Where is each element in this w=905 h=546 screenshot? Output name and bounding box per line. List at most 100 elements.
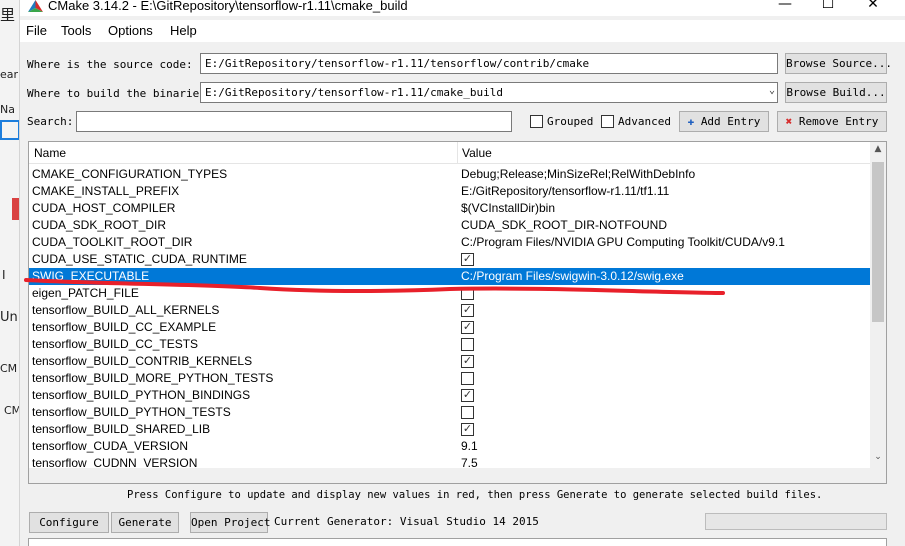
row-value[interactable]: C:/Program Files/NVIDIA GPU Computing To…: [461, 235, 785, 249]
cmake-logo-icon: [28, 0, 43, 12]
cmake-window: CMake 3.14.2 - E:\GitRepository\tensorfl…: [20, 0, 905, 546]
add-entry-button[interactable]: ✚ Add Entry: [679, 111, 769, 132]
table-row[interactable]: tensorflow_BUILD_CC_TESTS: [29, 336, 872, 353]
row-name: tensorflow_CUDA_VERSION: [32, 439, 189, 453]
remove-icon: ✖: [785, 115, 793, 128]
row-name: SWIG_EXECUTABLE: [32, 269, 150, 283]
table-row[interactable]: CMAKE_INSTALL_PREFIX E:/GitRepository/ten…: [29, 183, 872, 200]
minimize-button[interactable]: —: [770, 0, 800, 16]
row-value-checkbox[interactable]: [461, 338, 474, 351]
menu-file[interactable]: File: [26, 23, 47, 38]
background-button: [12, 198, 19, 220]
row-value-checkbox[interactable]: [461, 287, 474, 300]
table-row[interactable]: tensorflow_BUILD_PYTHON_TESTS: [29, 404, 872, 421]
grouped-label: Grouped: [547, 115, 594, 128]
menu-bar: File Tools Options Help: [20, 20, 905, 42]
configure-button[interactable]: Configure: [29, 512, 109, 533]
table-row[interactable]: tensorflow_BUILD_PYTHON_BINDINGS ✓: [29, 387, 872, 404]
build-label: Where to build the binaries:: [27, 87, 213, 100]
remove-entry-label: Remove Entry: [798, 115, 879, 128]
progress-bar: [705, 513, 887, 530]
build-path-combo[interactable]: E:/GitRepository/tensorflow-r1.11/cmake_…: [200, 82, 778, 103]
vertical-scrollbar[interactable]: ▲ ⌄: [870, 142, 886, 483]
hint-text: Press Configure to update and display ne…: [127, 489, 823, 501]
table-row[interactable]: CUDA_USE_STATIC_CUDA_RUNTIME ✓: [29, 251, 872, 268]
maximize-button[interactable]: ☐: [813, 0, 843, 16]
grouped-checkbox[interactable]: [530, 115, 543, 128]
window-title: CMake 3.14.2 - E:\GitRepository\tensorfl…: [48, 0, 408, 13]
remove-entry-button[interactable]: ✖ Remove Entry: [777, 111, 887, 132]
background-app-strip: 里 ear Na I Un CM CM: [0, 0, 20, 546]
row-value-checkbox[interactable]: [461, 406, 474, 419]
column-header-value[interactable]: Value: [462, 146, 492, 160]
row-value-checkbox[interactable]: ✓: [461, 355, 474, 368]
table-row[interactable]: CMAKE_CONFIGURATION_TYPES Debug;Release;M…: [29, 166, 872, 183]
row-name: tensorflow_BUILD_PYTHON_TESTS: [32, 405, 231, 419]
search-label: Search:: [27, 115, 74, 128]
cache-table[interactable]: Name Value CMAKE_CONFIGURATION_TYPES Debu…: [28, 141, 887, 484]
row-value[interactable]: Debug;Release;MinSizeRel;RelWithDebInfo: [461, 167, 695, 181]
scroll-up-icon[interactable]: ▲: [870, 144, 886, 154]
open-project-button[interactable]: Open Project: [190, 512, 270, 533]
table-row[interactable]: CUDA_SDK_ROOT_DIR CUDA_SDK_ROOT_DIR-NOTFO…: [29, 217, 872, 234]
table-header: Name Value: [29, 142, 872, 164]
scroll-down-icon[interactable]: ⌄: [870, 452, 886, 462]
row-name: tensorflow_BUILD_PYTHON_BINDINGS: [32, 388, 251, 402]
table-row[interactable]: CUDA_HOST_COMPILER $(VCInstallDir)bin: [29, 200, 872, 217]
background-field: [0, 120, 19, 140]
row-value[interactable]: 9.1: [461, 439, 478, 453]
table-rows: CMAKE_CONFIGURATION_TYPES Debug;Release;M…: [29, 166, 872, 472]
current-generator-text: Current Generator: Visual Studio 14 2015: [274, 515, 539, 528]
advanced-checkbox[interactable]: [601, 115, 614, 128]
table-row[interactable]: tensorflow_BUILD_ALL_KERNELS ✓: [29, 302, 872, 319]
table-row[interactable]: tensorflow_BUILD_SHARED_LIB ✓: [29, 421, 872, 438]
plus-icon: ✚: [687, 115, 695, 128]
source-path-field[interactable]: E:/GitRepository/tensorflow-r1.11/tensor…: [200, 53, 778, 74]
menu-options[interactable]: Options: [108, 23, 153, 38]
title-bar[interactable]: CMake 3.14.2 - E:\GitRepository\tensorfl…: [20, 0, 905, 16]
browse-build-button[interactable]: Browse Build...: [785, 82, 887, 103]
table-row[interactable]: tensorflow_CUDA_VERSION 9.1: [29, 438, 872, 455]
row-name: CUDA_USE_STATIC_CUDA_RUNTIME: [32, 252, 247, 266]
column-divider[interactable]: [457, 142, 458, 164]
scrollbar-thumb[interactable]: [872, 162, 884, 322]
background-text: CM: [4, 404, 20, 417]
row-value-checkbox[interactable]: [461, 372, 474, 385]
advanced-label: Advanced: [618, 115, 671, 128]
table-row[interactable]: tensorflow_BUILD_CC_EXAMPLE ✓: [29, 319, 872, 336]
horizontal-scrollbar[interactable]: [29, 468, 872, 483]
column-header-name[interactable]: Name: [34, 146, 66, 160]
background-text: Na: [0, 103, 15, 116]
table-row[interactable]: tensorflow_BUILD_CONTRIB_KERNELS ✓: [29, 353, 872, 370]
add-entry-label: Add Entry: [700, 115, 761, 128]
row-value[interactable]: $(VCInstallDir)bin: [461, 201, 555, 215]
background-text: ear: [0, 68, 19, 81]
row-value-checkbox[interactable]: ✓: [461, 423, 474, 436]
row-value[interactable]: CUDA_SDK_ROOT_DIR-NOTFOUND: [461, 218, 667, 232]
row-value-checkbox[interactable]: ✓: [461, 304, 474, 317]
row-name: CUDA_SDK_ROOT_DIR: [32, 218, 167, 232]
row-value-checkbox[interactable]: ✓: [461, 389, 474, 402]
build-path-value: E:/GitRepository/tensorflow-r1.11/cmake_…: [205, 86, 504, 99]
row-name: CUDA_TOOLKIT_ROOT_DIR: [32, 235, 193, 249]
row-value-checkbox[interactable]: ✓: [461, 253, 474, 266]
background-text: CM: [0, 362, 18, 375]
row-name: tensorflow_BUILD_CC_TESTS: [32, 337, 199, 351]
output-log[interactable]: [28, 538, 887, 546]
row-value-checkbox[interactable]: ✓: [461, 321, 474, 334]
search-input[interactable]: [76, 111, 512, 132]
generate-button[interactable]: Generate: [111, 512, 179, 533]
close-button[interactable]: ✕: [858, 0, 888, 16]
browse-source-button[interactable]: Browse Source...: [785, 53, 892, 74]
row-value[interactable]: E:/GitRepository/tensorflow-r1.11/tf1.11: [461, 184, 669, 198]
chevron-down-icon[interactable]: ⌄: [769, 85, 775, 96]
menu-help[interactable]: Help: [170, 23, 197, 38]
row-name: tensorflow_BUILD_MORE_PYTHON_TESTS: [32, 371, 274, 385]
row-name: tensorflow_BUILD_CC_EXAMPLE: [32, 320, 217, 334]
table-row[interactable]: eigen_PATCH_FILE: [29, 285, 872, 302]
table-row[interactable]: SWIG_EXECUTABLE C:/Program Files/swigwin-…: [29, 268, 872, 285]
menu-tools[interactable]: Tools: [61, 23, 91, 38]
table-row[interactable]: CUDA_TOOLKIT_ROOT_DIR C:/Program Files/NV…: [29, 234, 872, 251]
row-value[interactable]: C:/Program Files/swigwin-3.0.12/swig.exe: [461, 269, 684, 283]
table-row[interactable]: tensorflow_BUILD_MORE_PYTHON_TESTS: [29, 370, 872, 387]
